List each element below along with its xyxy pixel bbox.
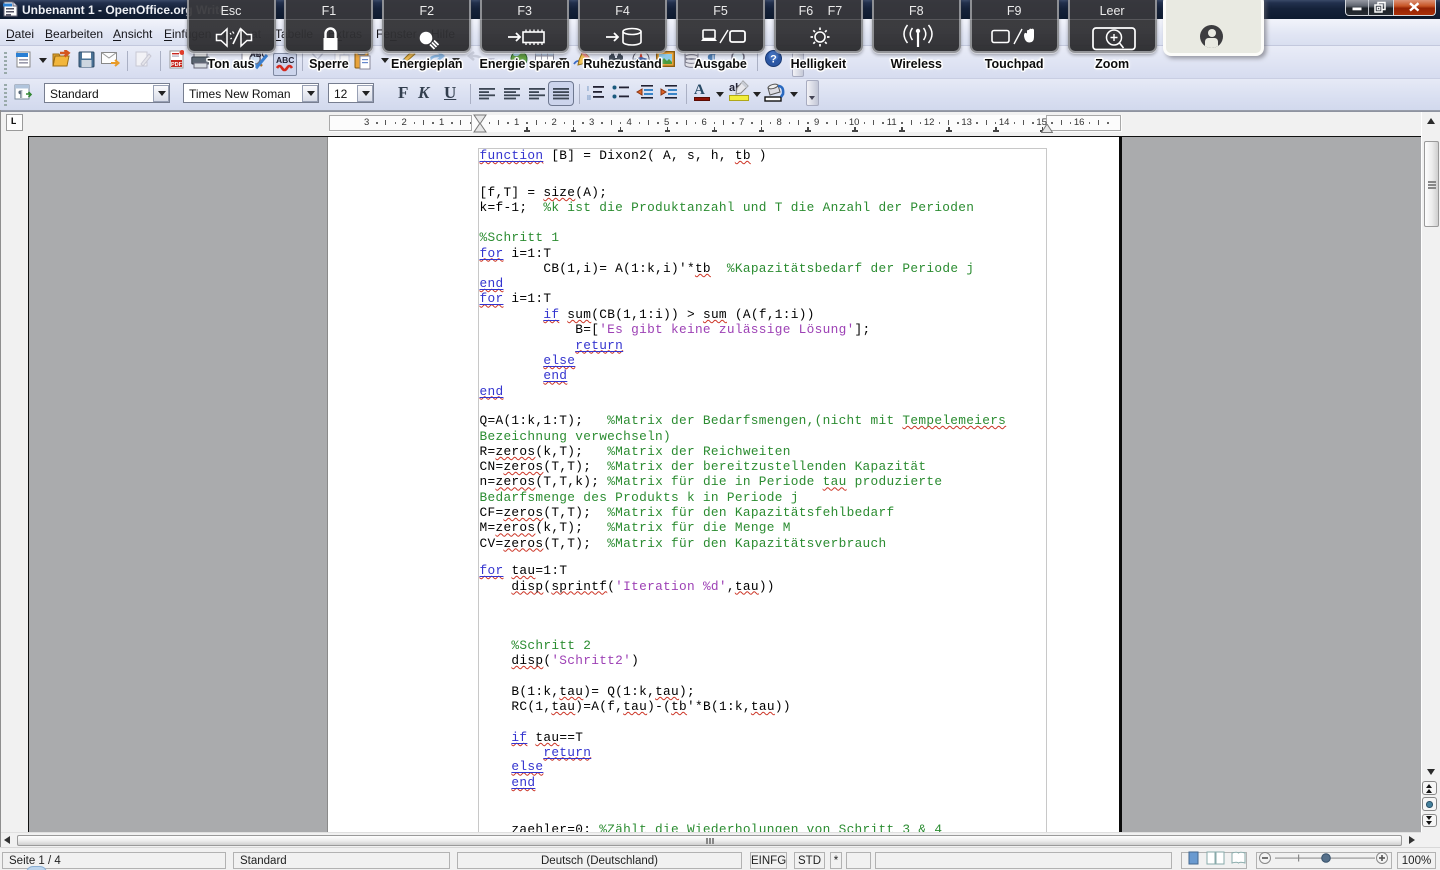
- svg-text:I: I: [587, 86, 589, 93]
- svg-text:¶: ¶: [18, 89, 23, 99]
- svg-text:II: II: [587, 95, 591, 102]
